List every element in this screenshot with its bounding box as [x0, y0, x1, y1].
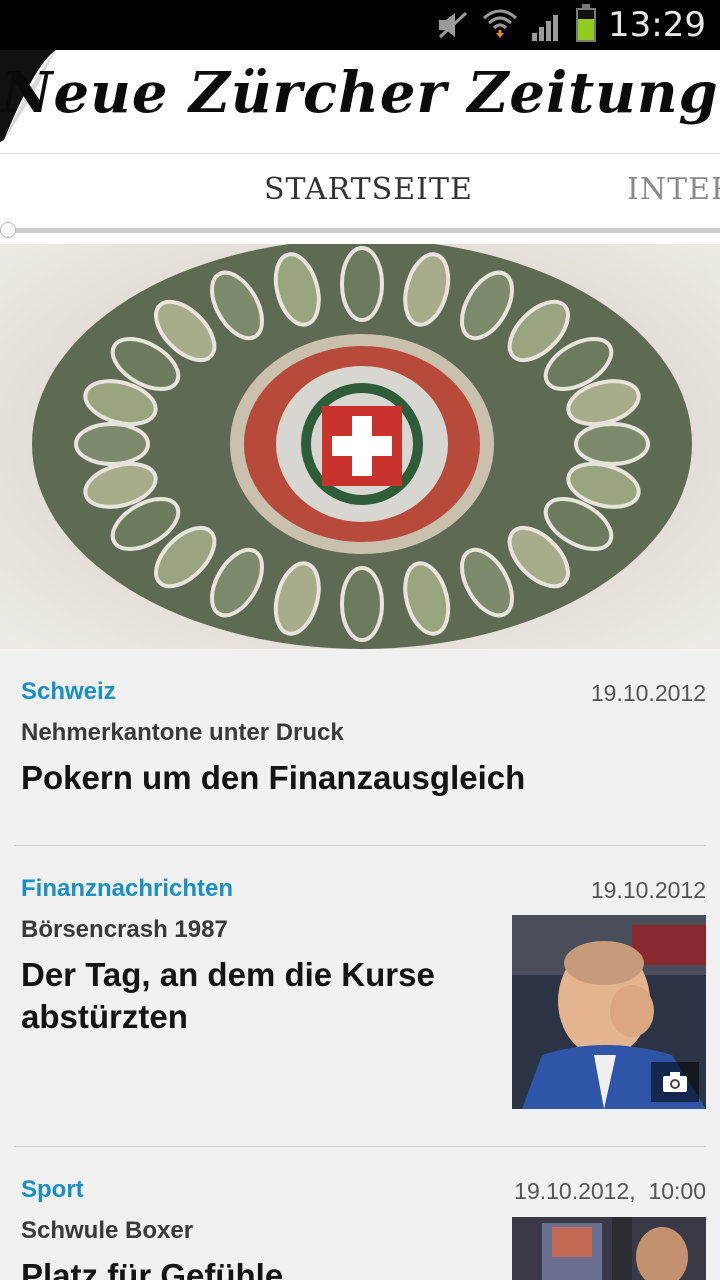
tab-startseite[interactable]: STARTSEITE: [264, 172, 473, 207]
app-logo: Neue Zürcher Zeitung: [1, 60, 719, 126]
article-category[interactable]: Finanznachrichten: [21, 875, 233, 903]
article-kicker: Nehmerkantone unter Druck: [21, 719, 344, 746]
article-card[interactable]: Schweiz 19.10.2012 Nehmerkantone unter D…: [0, 650, 720, 845]
status-bar: 13:29: [0, 0, 720, 50]
article-card[interactable]: Finanznachrichten 19.10.2012 Börsencrash…: [0, 846, 720, 1146]
wifi-icon: [483, 9, 518, 38]
article-thumbnail[interactable]: [512, 1217, 706, 1280]
boxer-photo: [512, 1217, 706, 1280]
article-kicker: Börsencrash 1987: [21, 916, 228, 943]
camera-icon: [651, 1062, 699, 1102]
status-time: 13:29: [608, 5, 706, 45]
stained-glass-dome-image: [0, 244, 720, 649]
section-tabbar: STARTSEITE INTER: [0, 154, 720, 244]
article-thumbnail[interactable]: [512, 915, 706, 1109]
article-date: 19.10.2012: [590, 680, 706, 706]
article-title[interactable]: Platz für Gefühle: [21, 1255, 481, 1280]
mute-icon: [438, 11, 468, 39]
article-title[interactable]: Der Tag, an dem die Kurse abstürzten: [21, 954, 481, 1038]
article-date: 19.10.2012, 10:00: [514, 1178, 706, 1204]
article-card[interactable]: Sport 19.10.2012, 10:00 Schwule Boxer Pl…: [0, 1147, 720, 1280]
battery-icon: [576, 4, 597, 42]
article-category[interactable]: Schweiz: [21, 678, 116, 706]
signal-icon: [532, 15, 559, 41]
article-date: 19.10.2012: [590, 877, 706, 903]
article-title[interactable]: Pokern um den Finanzausgleich: [21, 757, 681, 799]
tab-scroll-knob[interactable]: [0, 222, 16, 238]
hero-image[interactable]: [0, 244, 720, 649]
tab-international[interactable]: INTER: [627, 172, 720, 207]
article-category[interactable]: Sport: [21, 1176, 84, 1204]
article-kicker: Schwule Boxer: [21, 1217, 194, 1244]
tab-scroll-track: [0, 228, 720, 233]
